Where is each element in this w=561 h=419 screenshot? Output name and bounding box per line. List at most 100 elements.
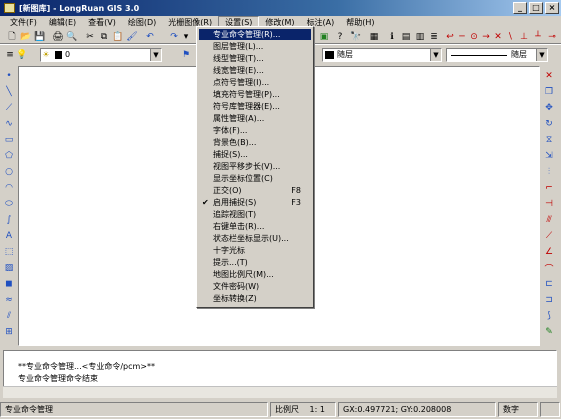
array-icon[interactable]: ⊐ <box>543 294 555 306</box>
menu-item-tips[interactable]: 提示...(T) <box>199 257 311 268</box>
menu-item-ortho[interactable]: 正交(O) F8 <box>199 185 311 196</box>
menu-item-crosshair[interactable]: 十字光标 <box>199 245 311 256</box>
command-scrollbar[interactable] <box>3 386 557 398</box>
menu-item-file-password[interactable]: 文件密码(W) <box>199 281 311 292</box>
tangent-snap-icon[interactable]: ┴ <box>532 31 544 43</box>
help-icon[interactable]: ? <box>334 31 346 43</box>
menu-item-map-scale[interactable]: 地图比例尺(M)... <box>199 269 311 280</box>
linetype-select[interactable]: 随层 ▼ <box>446 48 548 62</box>
insert-block-icon[interactable]: ⬚ <box>3 246 15 258</box>
quadrant-snap-icon[interactable]: ⊸ <box>546 31 558 43</box>
layers-icon[interactable]: ≣ <box>428 31 440 43</box>
explode-icon[interactable]: ⊏ <box>543 278 555 290</box>
menu-item-pro-command[interactable]: 专业命令管理(R)... <box>199 29 311 40</box>
pencil-icon[interactable]: ✎ <box>543 326 555 338</box>
copy-icon[interactable]: ⧉ <box>98 31 110 43</box>
menu-draw[interactable]: 绘图(D) <box>122 16 162 30</box>
offset-icon[interactable]: ⫶ <box>543 166 555 178</box>
double-line-icon[interactable]: ⫽ <box>3 310 15 322</box>
maximize-button[interactable]: □ <box>529 2 543 14</box>
lightbulb-icon[interactable]: 💡 <box>16 49 28 61</box>
endpoint-snap-icon[interactable]: ─ <box>456 31 468 43</box>
open-file-icon[interactable]: 📂 <box>20 31 32 43</box>
menu-item-pan-step[interactable]: 视图平移步长(V)... <box>199 161 311 172</box>
undo-icon[interactable]: ↶ <box>144 31 156 43</box>
find-icon[interactable]: 🔭 <box>350 31 362 43</box>
move-icon[interactable]: ✥ <box>543 102 555 114</box>
paste-icon[interactable]: 📋 <box>112 31 124 43</box>
save-icon[interactable]: 💾 <box>34 31 46 43</box>
menu-item-font[interactable]: 字体(F)... <box>199 125 311 136</box>
spline-icon[interactable]: ∫ <box>3 214 15 226</box>
info-icon[interactable]: ℹ <box>386 31 398 43</box>
scale-icon[interactable]: ⇲ <box>543 150 555 162</box>
redo-icon[interactable]: ↷ <box>168 31 180 43</box>
delete-icon[interactable]: ✕ <box>543 70 555 82</box>
center-snap-icon[interactable]: ⊙ <box>468 31 480 43</box>
menu-item-coord-transform[interactable]: 坐标转换(Z) <box>199 293 311 304</box>
layer-select[interactable]: ☀ 0 ▼ <box>40 48 162 62</box>
rotate-icon[interactable]: ↻ <box>543 118 555 130</box>
arc-snap-icon[interactable]: ↩ <box>444 31 456 43</box>
midpoint-snap-icon[interactable]: → <box>480 31 492 43</box>
hatch-icon[interactable]: ▨ <box>3 262 15 274</box>
text-icon[interactable]: A <box>3 230 15 242</box>
mirror-icon[interactable]: ⧖ <box>543 134 555 146</box>
layer-tool-icon[interactable]: ⚑ <box>180 49 192 61</box>
extend-icon[interactable]: ⊣ <box>543 198 555 210</box>
chamfer-icon[interactable]: ∠ <box>543 246 555 258</box>
menu-item-enable-snap[interactable]: ✔ 启用捕捉(S) F3 <box>199 197 311 208</box>
menu-item-fill-symbol[interactable]: 填充符号管理(P)... <box>199 89 311 100</box>
table-icon[interactable]: ▥ <box>414 31 426 43</box>
rectangle-icon[interactable]: ▭ <box>3 134 15 146</box>
menu-item-symbol-library[interactable]: 符号库管理器(E)... <box>199 101 311 112</box>
ellipse-icon[interactable]: ⬭ <box>3 198 15 210</box>
zoom-window-icon[interactable]: ▦ <box>368 31 380 43</box>
menu-item-background-color[interactable]: 背景色(B)... <box>199 137 311 148</box>
chevron-down-icon[interactable]: ▼ <box>150 49 161 61</box>
fill-icon[interactable]: ◼ <box>3 278 15 290</box>
stretch-icon[interactable]: ⟋ <box>543 230 555 242</box>
close-button[interactable]: × <box>545 2 559 14</box>
new-file-icon[interactable]: 🗋 <box>6 31 18 43</box>
arc-icon[interactable]: ◠ <box>3 182 15 194</box>
more-dropdown-icon[interactable]: ▾ <box>180 31 192 43</box>
match-properties-icon[interactable]: 🖌 <box>126 31 138 43</box>
nearest-snap-icon[interactable]: ∖ <box>504 31 516 43</box>
menu-help[interactable]: 帮助(H) <box>340 16 380 30</box>
cut-icon[interactable]: ✂ <box>84 31 96 43</box>
grid-icon[interactable]: ▤ <box>400 31 412 43</box>
menu-item-right-click[interactable]: 右键单击(R)... <box>199 221 311 232</box>
menu-item-linetype[interactable]: 线型管理(T)... <box>199 53 311 64</box>
chevron-down-icon[interactable]: ▼ <box>536 49 547 61</box>
menu-item-point-symbol[interactable]: 点符号管理(I)... <box>199 77 311 88</box>
menu-view[interactable]: 查看(V) <box>82 16 122 30</box>
print-preview-icon[interactable]: 🔍 <box>66 31 78 43</box>
menu-item-statusbar-coords[interactable]: 状态栏坐标显示(U)... <box>199 233 311 244</box>
break-icon[interactable]: ⫻ <box>543 214 555 226</box>
menu-item-lineweight[interactable]: 线宽管理(E)... <box>199 65 311 76</box>
intersection-snap-icon[interactable]: ✕ <box>492 31 504 43</box>
layer-state-icon[interactable]: ≡ <box>4 49 16 61</box>
print-icon[interactable]: 🖨 <box>52 31 64 43</box>
line-icon[interactable]: ╲ <box>3 86 15 98</box>
perpendicular-snap-icon[interactable]: ⊥ <box>518 31 530 43</box>
menu-edit[interactable]: 编辑(E) <box>43 16 82 30</box>
symbol-icon[interactable]: ⊞ <box>3 326 15 338</box>
layer-manager-icon[interactable]: ▣ <box>318 31 330 43</box>
minimize-button[interactable]: _ <box>513 2 527 14</box>
join-icon[interactable]: ⟆ <box>543 310 555 322</box>
polygon-icon[interactable]: ⬠ <box>3 150 15 162</box>
chevron-down-icon[interactable]: ▼ <box>430 49 441 61</box>
menu-item-layer-manager[interactable]: 图层管理(L)... <box>199 41 311 52</box>
trim-icon[interactable]: ⌐ <box>543 182 555 194</box>
circle-icon[interactable]: ○ <box>3 166 15 178</box>
menu-item-track-view[interactable]: 追踪视图(T) <box>199 209 311 220</box>
copy-object-icon[interactable]: ❐ <box>543 86 555 98</box>
fillet-icon[interactable]: ⌒ <box>543 262 555 275</box>
point-icon[interactable]: • <box>3 70 15 82</box>
curve-icon[interactable]: ∿ <box>3 118 15 130</box>
menu-item-show-coords[interactable]: 显示坐标位置(C) <box>199 173 311 184</box>
menu-file[interactable]: 文件(F) <box>4 16 43 30</box>
menu-item-snap[interactable]: 捕捉(S)... <box>199 149 311 160</box>
